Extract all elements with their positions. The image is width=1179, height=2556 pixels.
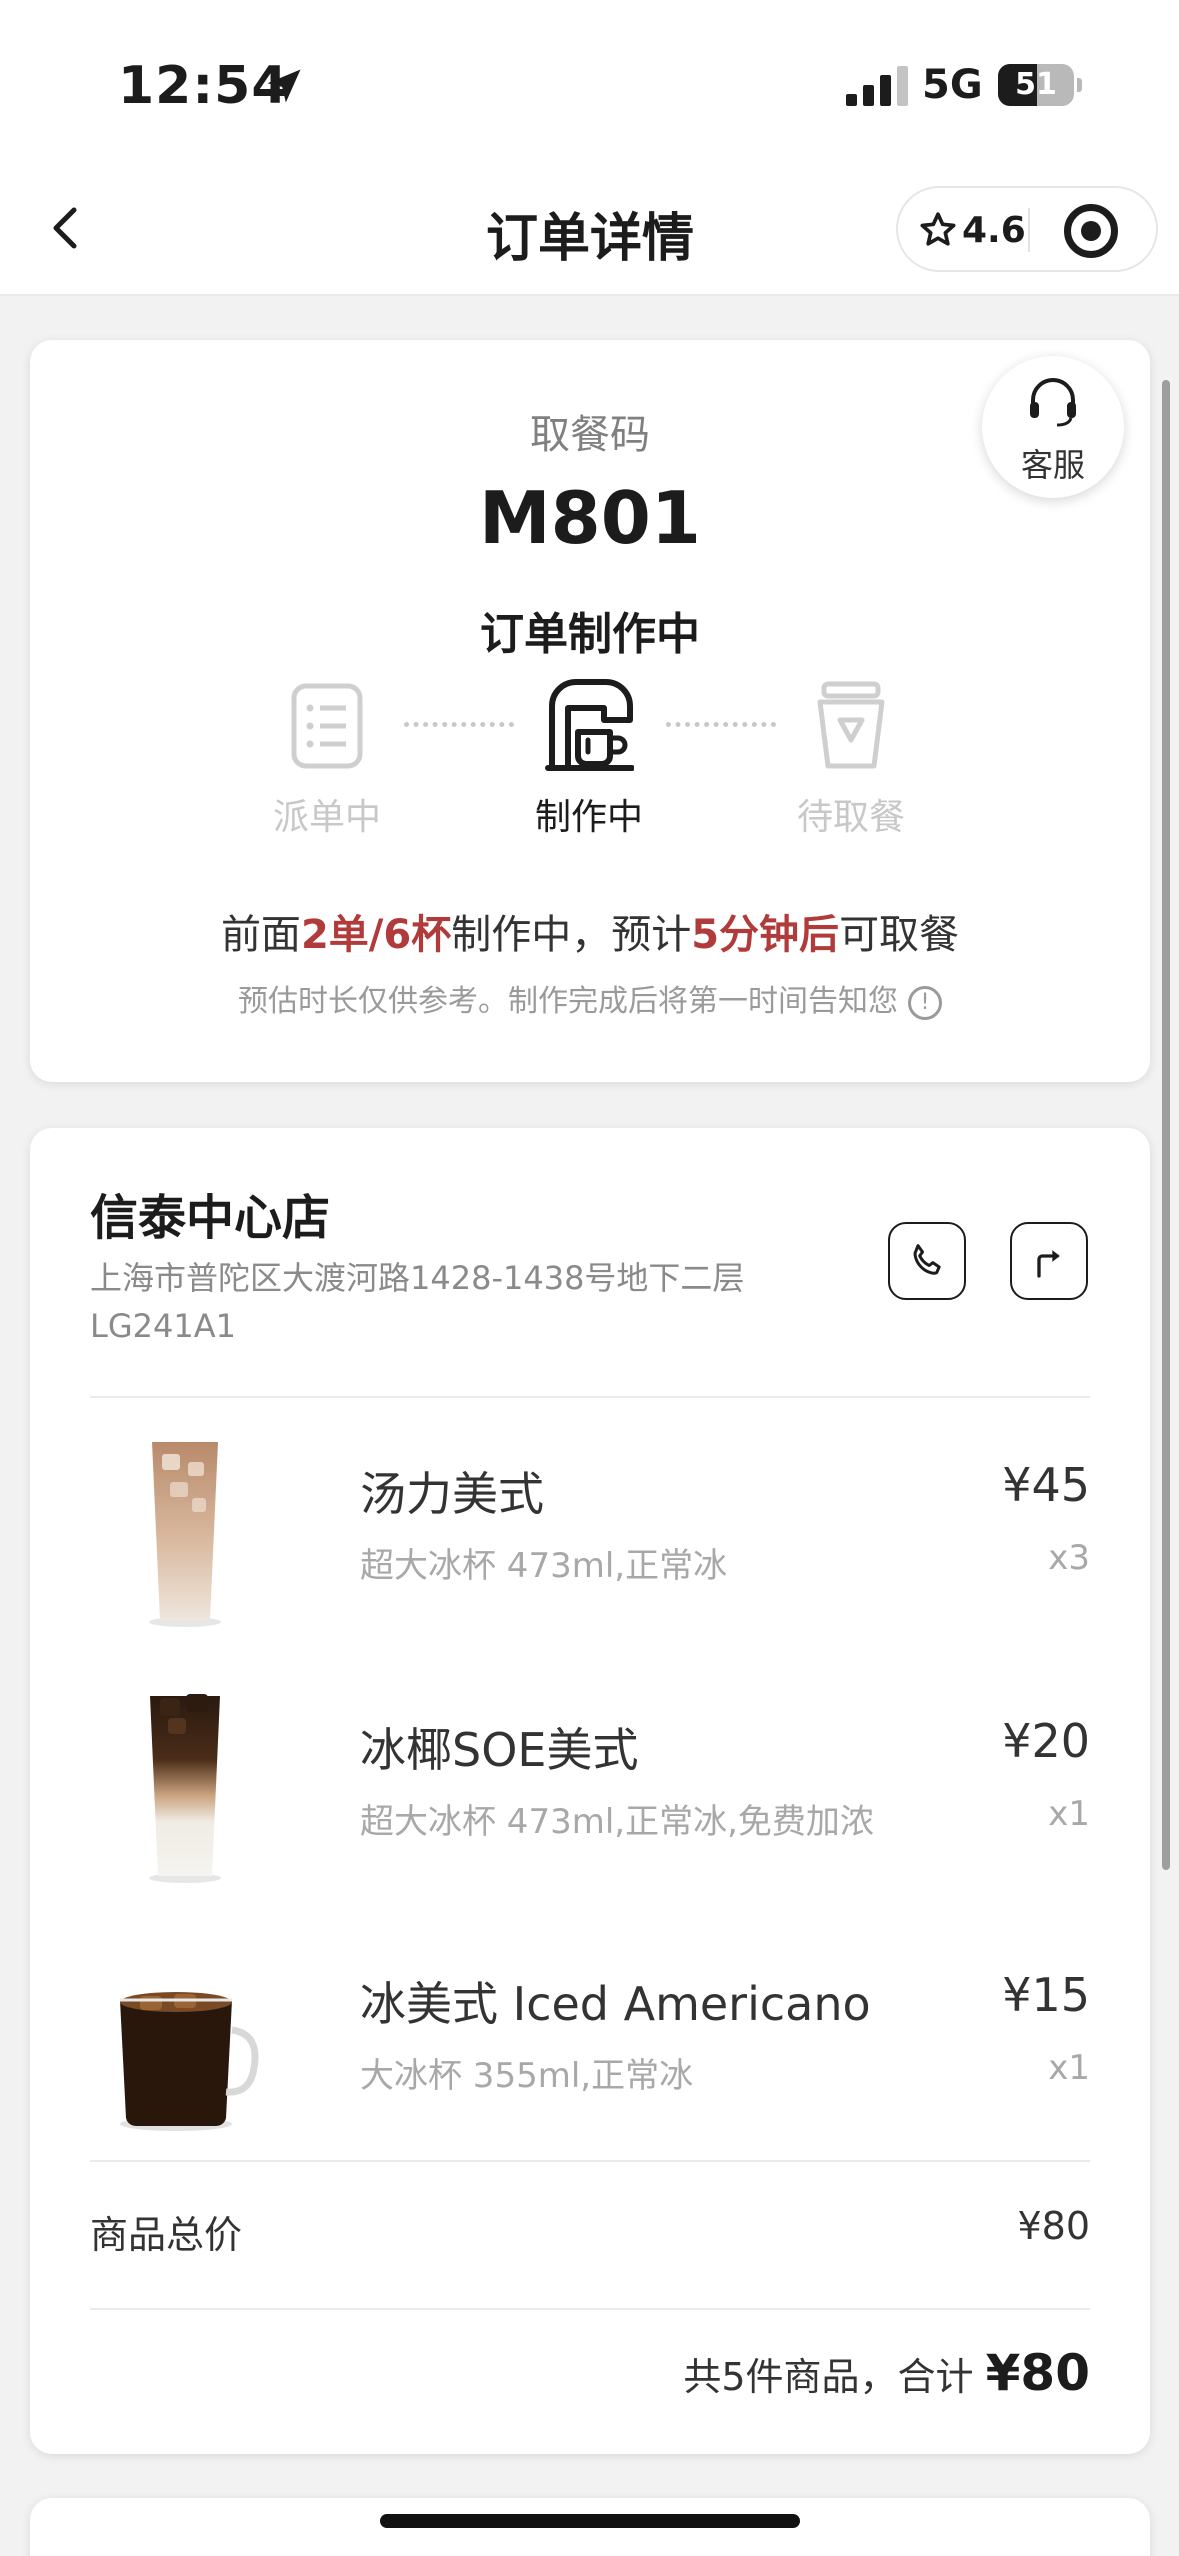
nav-capsule: 4.6 — [896, 186, 1158, 272]
iced-americano-image — [120, 1992, 259, 2131]
star-icon[interactable] — [918, 210, 958, 250]
rating-value[interactable]: 4.6 — [962, 210, 1026, 251]
navigate-button[interactable] — [1010, 1222, 1088, 1300]
battery-icon: 51 — [998, 64, 1082, 106]
store-name: 信泰中心店 — [90, 1190, 331, 1246]
call-store-button[interactable] — [888, 1222, 966, 1300]
list-item[interactable]: 冰椰SOE美式 超大冰杯 473ml,正常冰,免费加浓 ¥20 x1 — [90, 1684, 1090, 1904]
subtotal-label: 商品总价 — [90, 2213, 243, 2257]
eta-note: 预估时长仅供参考。制作完成后将第一时间告知您! — [30, 976, 1150, 1020]
cellular-signal-icon — [846, 66, 908, 106]
pickup-code: M801 — [479, 476, 701, 560]
customer-service-button[interactable]: 客服 — [982, 356, 1124, 498]
item-qty: x3 — [1048, 1538, 1090, 1578]
home-indicator[interactable] — [380, 2514, 800, 2528]
step-connector — [666, 722, 776, 727]
eta-queue: 2单/6杯 — [300, 912, 452, 958]
nav-bar: 订单详情 4.6 — [0, 160, 1179, 296]
coffee-machine-icon — [545, 679, 634, 771]
iced-coconut-soe-americano-image — [149, 1694, 221, 1883]
store-address: 上海市普陀区大渡河路1428-1438号地下二层LG241A1 — [90, 1259, 745, 1345]
divider — [90, 2160, 1090, 2162]
back-chevron-icon[interactable] — [36, 196, 100, 260]
directions-icon — [1037, 1250, 1060, 1278]
list-item[interactable]: 冰美式 Iced Americano 大冰杯 355ml,正常冰 ¥15 x1 — [90, 1938, 1090, 2158]
pickup-card: 取餐码 M801 订单制作中 客服 派单中 制作中 待取餐 前面2单/6杯制作中… — [30, 340, 1150, 1082]
page-title: 订单详情 — [485, 209, 694, 269]
divider — [90, 2308, 1090, 2310]
battery-percent: 51 — [1015, 67, 1057, 102]
iced-tonic-americano-image — [149, 1442, 221, 1627]
total-value: ¥80 — [985, 2344, 1090, 2402]
item-name: 冰美式 Iced Americano — [360, 1977, 871, 2031]
cup-icon — [817, 681, 885, 769]
eta-time: 5分钟后 — [691, 912, 840, 958]
customer-service-label: 客服 — [1020, 446, 1085, 484]
status-bar: 12:54 5G 51 — [0, 0, 1179, 160]
subtotal-value: ¥80 — [1017, 2204, 1090, 2248]
order-status: 订单制作中 — [480, 609, 700, 660]
phone-icon — [913, 1244, 941, 1275]
list-item[interactable]: 汤力美式 超大冰杯 473ml,正常冰 ¥45 x3 — [90, 1428, 1090, 1648]
scrollbar[interactable] — [1162, 380, 1170, 1870]
total-line: 共5件商品，合计 ¥80 — [683, 2344, 1090, 2402]
step-label-pickup: 待取餐 — [796, 797, 905, 838]
headset-icon — [1030, 378, 1076, 427]
item-price: ¥45 — [1002, 1458, 1090, 1512]
eta-note-text: 预估时长仅供参考。制作完成后将第一时间告知您 — [238, 984, 898, 1019]
divider — [90, 1396, 1090, 1398]
step-label-making: 制作中 — [534, 797, 643, 838]
capsule-divider — [1028, 208, 1030, 252]
total-prefix: 共5件商品，合计 — [683, 2355, 974, 2399]
item-price: ¥15 — [1002, 1968, 1090, 2022]
item-name: 冰椰SOE美式 — [360, 1723, 639, 1777]
item-spec: 超大冰杯 473ml,正常冰 — [360, 1546, 728, 1586]
step-label-dispatch: 派单中 — [272, 797, 381, 838]
eta-text: 前面2单/6杯制作中，预计5分钟后可取餐 — [30, 902, 1150, 960]
item-spec: 大冰杯 355ml,正常冰 — [360, 2056, 694, 2096]
info-icon[interactable]: ! — [908, 985, 942, 1020]
order-card: 信泰中心店 上海市普陀区大渡河路1428-1438号地下二层LG241A1 汤力… — [30, 1128, 1150, 2454]
document-icon — [291, 683, 363, 769]
eta-middle: 制作中，预计 — [451, 912, 692, 958]
location-arrow-icon — [267, 69, 301, 103]
step-connector — [404, 722, 514, 727]
item-qty: x1 — [1048, 1794, 1090, 1834]
item-spec: 超大冰杯 473ml,正常冰,免费加浓 — [360, 1802, 874, 1842]
item-qty: x1 — [1048, 2048, 1090, 2088]
item-price: ¥20 — [1002, 1714, 1090, 1768]
item-name: 汤力美式 — [360, 1467, 544, 1521]
eta-suffix: 可取餐 — [839, 912, 960, 958]
target-icon[interactable] — [1064, 204, 1118, 258]
network-type: 5G — [922, 62, 983, 108]
eta-prefix: 前面 — [220, 912, 301, 958]
